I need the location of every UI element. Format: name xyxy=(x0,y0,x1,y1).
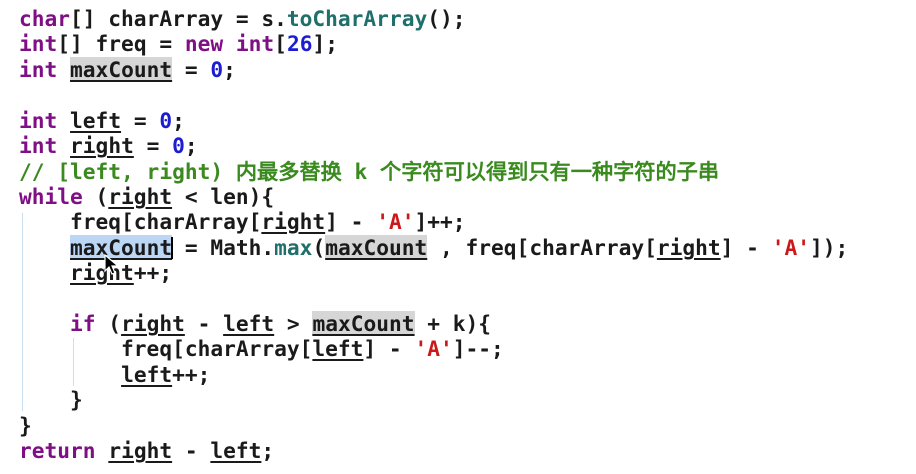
code-token: freq[charArray[ xyxy=(19,209,262,234)
code-keyword: return xyxy=(19,438,96,463)
code-keyword: char xyxy=(19,6,71,31)
code-line-2[interactable]: int[] freq = new int[26]; xyxy=(19,31,338,56)
code-string: 'A' xyxy=(771,235,810,260)
code-token: = xyxy=(133,133,173,158)
code-token: freq[charArray[ xyxy=(19,336,313,361)
code-variable: maxCount xyxy=(70,235,173,260)
code-keyword: int xyxy=(19,108,58,133)
code-token: < len){ xyxy=(172,184,275,209)
code-token: ]--; xyxy=(452,336,504,361)
code-token: ]); xyxy=(809,235,849,260)
code-token: (); xyxy=(427,6,466,31)
code-variable: right xyxy=(121,311,185,336)
code-token: ]++; xyxy=(414,209,466,234)
code-token: + k){ xyxy=(414,311,492,336)
code-variable: right xyxy=(656,235,721,260)
code-keyword: int xyxy=(19,31,58,56)
code-editor[interactable]: char[] charArray = s.toCharArray(); int[… xyxy=(0,0,916,474)
mouse-pointer-icon xyxy=(104,254,120,275)
code-token: ]; xyxy=(312,31,338,56)
code-token: ] - xyxy=(720,235,772,260)
code-line-9[interactable]: freq[charArray[right] - 'A']++; xyxy=(19,209,466,234)
code-token: , freq[charArray[ xyxy=(427,235,657,260)
code-variable: maxCount xyxy=(325,235,428,260)
code-token: = xyxy=(121,108,160,133)
code-token: ; xyxy=(223,57,236,82)
code-line-8[interactable]: while (right < len){ xyxy=(19,184,274,209)
code-line-16[interactable]: } xyxy=(19,387,83,412)
code-line-15[interactable]: left++; xyxy=(19,362,210,387)
code-line-1[interactable]: char[] charArray = s.toCharArray(); xyxy=(19,6,466,31)
code-variable: right xyxy=(108,438,173,463)
code-token: - xyxy=(172,438,211,463)
code-line-6[interactable]: int right = 0; xyxy=(19,133,198,158)
code-keyword: int xyxy=(19,57,58,82)
code-line-3[interactable]: int maxCount = 0; xyxy=(19,57,236,82)
code-line-5[interactable]: int left = 0; xyxy=(19,108,185,133)
code-variable: left xyxy=(312,336,364,361)
code-token: } xyxy=(19,387,83,412)
code-variable: maxCount xyxy=(312,311,415,336)
code-token: toCharArray xyxy=(286,6,428,31)
code-number: 0 xyxy=(210,57,224,82)
code-line-17[interactable]: } xyxy=(19,413,32,438)
code-line-14[interactable]: freq[charArray[left] - 'A']--; xyxy=(19,336,504,361)
code-token: ; xyxy=(261,438,275,463)
code-keyword: while xyxy=(19,184,83,209)
code-variable: right xyxy=(70,260,134,285)
code-token: ; xyxy=(184,133,198,158)
code-variable: right xyxy=(261,209,326,234)
code-token: ( xyxy=(95,311,122,336)
code-string: 'A' xyxy=(376,209,415,234)
code-line-18[interactable]: return right - left; xyxy=(19,438,274,463)
code-token: > xyxy=(274,311,313,336)
code-string: 'A' xyxy=(414,336,453,361)
code-keyword: if xyxy=(70,311,96,336)
code-token: ( xyxy=(82,184,109,209)
code-variable: left xyxy=(210,438,262,463)
code-variable: maxCount xyxy=(70,57,173,82)
code-keyword: int xyxy=(19,133,58,158)
code-token: max xyxy=(274,235,313,260)
code-line-7[interactable]: // [left, right) 内最多替换 k 个字符可以得到只有一种字符的子… xyxy=(19,159,719,184)
code-token: - xyxy=(184,311,224,336)
code-token: ( xyxy=(312,235,326,260)
code-variable: left xyxy=(223,311,275,336)
code-number: 0 xyxy=(172,133,185,158)
code-token: ] - xyxy=(363,336,415,361)
code-token: [] freq = xyxy=(57,31,185,56)
code-number: 0 xyxy=(159,108,173,133)
code-token: ] - xyxy=(325,209,377,234)
code-variable: left xyxy=(70,108,122,133)
code-line-13[interactable]: if (right - left > maxCount + k){ xyxy=(19,311,491,336)
code-variable: right xyxy=(108,184,173,209)
code-token: [ xyxy=(274,31,287,56)
code-token: } xyxy=(19,413,32,438)
code-keyword: new xyxy=(184,31,224,56)
code-variable: right xyxy=(70,133,134,158)
code-keyword: int xyxy=(235,31,275,56)
code-number: 26 xyxy=(286,31,313,56)
code-token: = Math. xyxy=(172,235,275,260)
code-token: = xyxy=(172,57,211,82)
code-token: ++; xyxy=(133,260,173,285)
code-line-11[interactable]: right++; xyxy=(19,260,172,285)
code-comment: // [left, right) 内最多替换 k 个字符可以得到只有一种字符的子… xyxy=(19,159,720,184)
code-token: ++; xyxy=(172,362,211,387)
code-line-10[interactable]: maxCount = Math.max(maxCount , freq[char… xyxy=(19,235,848,260)
code-variable: left xyxy=(121,362,173,387)
code-token: ; xyxy=(172,108,185,133)
code-token: [] charArray = s. xyxy=(70,6,287,31)
